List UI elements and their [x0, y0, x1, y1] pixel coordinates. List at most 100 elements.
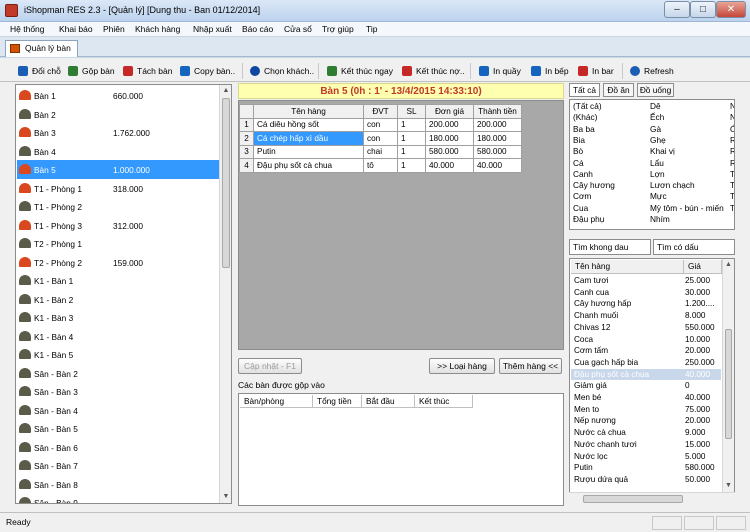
category-item[interactable]: Ớ — [730, 124, 734, 134]
col-unit-price[interactable]: Đơn giá — [425, 104, 474, 119]
table-item[interactable]: Bàn 1 660.000 — [17, 86, 219, 105]
quantity[interactable]: 1 — [397, 131, 426, 146]
unit-price[interactable]: 200.000 — [425, 117, 474, 132]
table-item[interactable]: Bàn 3 1.762.000 — [17, 123, 219, 142]
category-item[interactable]: Bia — [573, 135, 585, 145]
unit[interactable]: con — [363, 117, 398, 132]
dish-row[interactable]: Chivas 12 550.000 — [571, 322, 721, 334]
scroll-thumb[interactable] — [725, 329, 732, 439]
amount[interactable]: 40.000 — [473, 158, 522, 173]
update-button[interactable]: Cập nhật - F1 — [238, 358, 302, 374]
category-item[interactable]: Dê — [650, 101, 661, 111]
dish-row[interactable]: Men bé 40.000 — [571, 392, 721, 404]
dish-list-scrollbar[interactable]: ▲ ▼ — [722, 259, 734, 492]
col-item-name[interactable]: Tên hàng — [253, 104, 364, 119]
table-item[interactable]: Sân - Bàn 2 — [17, 364, 219, 383]
order-row[interactable]: 4 Đậu phụ sốt cà chua tô 1 40.000 40.000 — [239, 158, 522, 173]
category-item[interactable]: R — [730, 146, 734, 156]
add-item-button[interactable]: Thêm hàng << — [499, 358, 562, 374]
category-item[interactable]: Cua — [573, 203, 588, 213]
category-item[interactable]: Mỳ tôm - bún - miến — [650, 203, 724, 213]
unit-price[interactable]: 40.000 — [425, 158, 474, 173]
dish-row[interactable]: Cây hương hấp 1.200.... — [571, 298, 721, 310]
merge-table-button[interactable]: Gộp bàn — [68, 64, 115, 78]
table-item[interactable]: Bàn 2 — [17, 105, 219, 124]
table-item[interactable]: T2 - Phòng 2 159.000 — [17, 253, 219, 272]
category-item[interactable]: Mực — [650, 191, 667, 201]
category-item[interactable]: Lươn chạch — [650, 180, 695, 190]
category-item[interactable]: R — [730, 158, 734, 168]
scroll-down-arrow[interactable]: ▼ — [723, 480, 734, 492]
dish-row[interactable]: Giảm giá 0 — [571, 380, 721, 392]
menu-he-thong[interactable]: Hệ thống — [10, 24, 45, 34]
category-item[interactable]: Ghẹ — [650, 135, 666, 145]
table-item[interactable]: K1 - Bàn 2 — [17, 290, 219, 309]
menu-tro-giup[interactable]: Trợ giúp — [322, 24, 354, 34]
maximize-button[interactable]: □ — [690, 1, 716, 18]
category-item[interactable]: Canh — [573, 169, 593, 179]
table-item[interactable]: Sân - Bàn 5 — [17, 419, 219, 438]
scroll-up-arrow[interactable]: ▲ — [723, 259, 734, 271]
scroll-down-arrow[interactable]: ▼ — [220, 491, 231, 503]
category-item[interactable]: Ếch — [650, 112, 664, 122]
amount[interactable]: 200.000 — [473, 117, 522, 132]
category-item[interactable]: Lợn — [650, 169, 665, 179]
table-item[interactable]: Sân - Bàn 7 — [17, 456, 219, 475]
item-name[interactable]: Đậu phụ sốt cà chua — [253, 158, 364, 173]
col-unit[interactable]: ĐVT — [363, 104, 398, 119]
filter-tab-drink[interactable]: Đồ uống — [637, 83, 674, 97]
table-item[interactable]: K1 - Bàn 5 — [17, 345, 219, 364]
table-item[interactable]: Sân - Bàn 9 — [17, 493, 219, 503]
table-item[interactable]: Sân - Bàn 3 — [17, 382, 219, 401]
dish-row[interactable]: Putin 580.000 — [571, 462, 721, 474]
menu-khai-bao[interactable]: Khai báo — [59, 24, 93, 34]
dish-list-hscrollbar[interactable] — [569, 492, 735, 504]
order-row[interactable]: 1 Cá diêu hồng sốt con 1 200.000 200.000 — [239, 117, 522, 132]
menu-khach-hang[interactable]: Khách hàng — [135, 24, 180, 34]
minimize-button[interactable]: – — [664, 1, 690, 18]
amount[interactable]: 180.000 — [473, 131, 522, 146]
menu-tip[interactable]: Tip — [366, 24, 378, 34]
order-row[interactable]: 3 Putin chai 1 580.000 580.000 — [239, 144, 522, 159]
dish-row[interactable]: Cua gạch hấp bia 250.000 — [571, 357, 721, 369]
table-item[interactable]: T1 - Phòng 3 312.000 — [17, 216, 219, 235]
category-item[interactable]: Cá — [573, 158, 584, 168]
split-table-button[interactable]: Tách bàn — [123, 64, 172, 78]
table-item[interactable]: Sân - Bàn 4 — [17, 401, 219, 420]
swap-table-button[interactable]: Đổi chỗ — [18, 64, 61, 78]
refresh-button[interactable]: Refresh — [630, 64, 674, 78]
copy-table-button[interactable]: Copy bàn.. — [180, 64, 235, 78]
item-name[interactable]: Cá diêu hồng sốt — [253, 117, 364, 132]
table-item[interactable]: Sân - Bàn 6 — [17, 438, 219, 457]
category-item[interactable]: T — [730, 180, 734, 190]
dish-row[interactable]: Nước chanh tươi 15.000 — [571, 439, 721, 451]
tab-quan-ly-ban[interactable]: Quản lý bàn — [5, 40, 78, 57]
category-item[interactable]: T — [730, 169, 734, 179]
category-item[interactable]: R — [730, 135, 734, 145]
table-item[interactable]: K1 - Bàn 3 — [17, 308, 219, 327]
unit[interactable]: tô — [363, 158, 398, 173]
dish-row[interactable]: Coca 10.000 — [571, 334, 721, 346]
quantity[interactable]: 1 — [397, 158, 426, 173]
quantity[interactable]: 1 — [397, 144, 426, 159]
col-dish-name[interactable]: Tên hàng — [571, 260, 684, 274]
finish-debt-button[interactable]: Kết thúc nợ.. — [402, 64, 465, 78]
unit[interactable]: chai — [363, 144, 398, 159]
col-quantity[interactable]: SL — [397, 104, 426, 119]
category-item[interactable]: Gà — [650, 124, 661, 134]
category-item[interactable]: Cơm — [573, 191, 591, 201]
table-item[interactable]: K1 - Bàn 4 — [17, 327, 219, 346]
unit-price[interactable]: 580.000 — [425, 144, 474, 159]
choose-customer-button[interactable]: Chọn khách.. — [250, 64, 314, 78]
category-item[interactable]: T — [730, 203, 734, 213]
scroll-thumb[interactable] — [222, 98, 230, 268]
table-item[interactable]: Bàn 5 1.000.000 — [17, 160, 219, 179]
col-dish-price[interactable]: Giá — [684, 260, 722, 274]
menu-phien[interactable]: Phiên — [103, 24, 125, 34]
filter-tab-food[interactable]: Đồ ăn — [603, 83, 634, 97]
table-item[interactable]: Bàn 4 — [17, 142, 219, 161]
dish-row[interactable]: Nước lọc 5.000 — [571, 451, 721, 463]
table-item[interactable]: K1 - Bàn 1 — [17, 271, 219, 290]
category-item[interactable]: Nhím — [650, 214, 670, 224]
category-item[interactable]: Khai vị — [650, 146, 675, 156]
